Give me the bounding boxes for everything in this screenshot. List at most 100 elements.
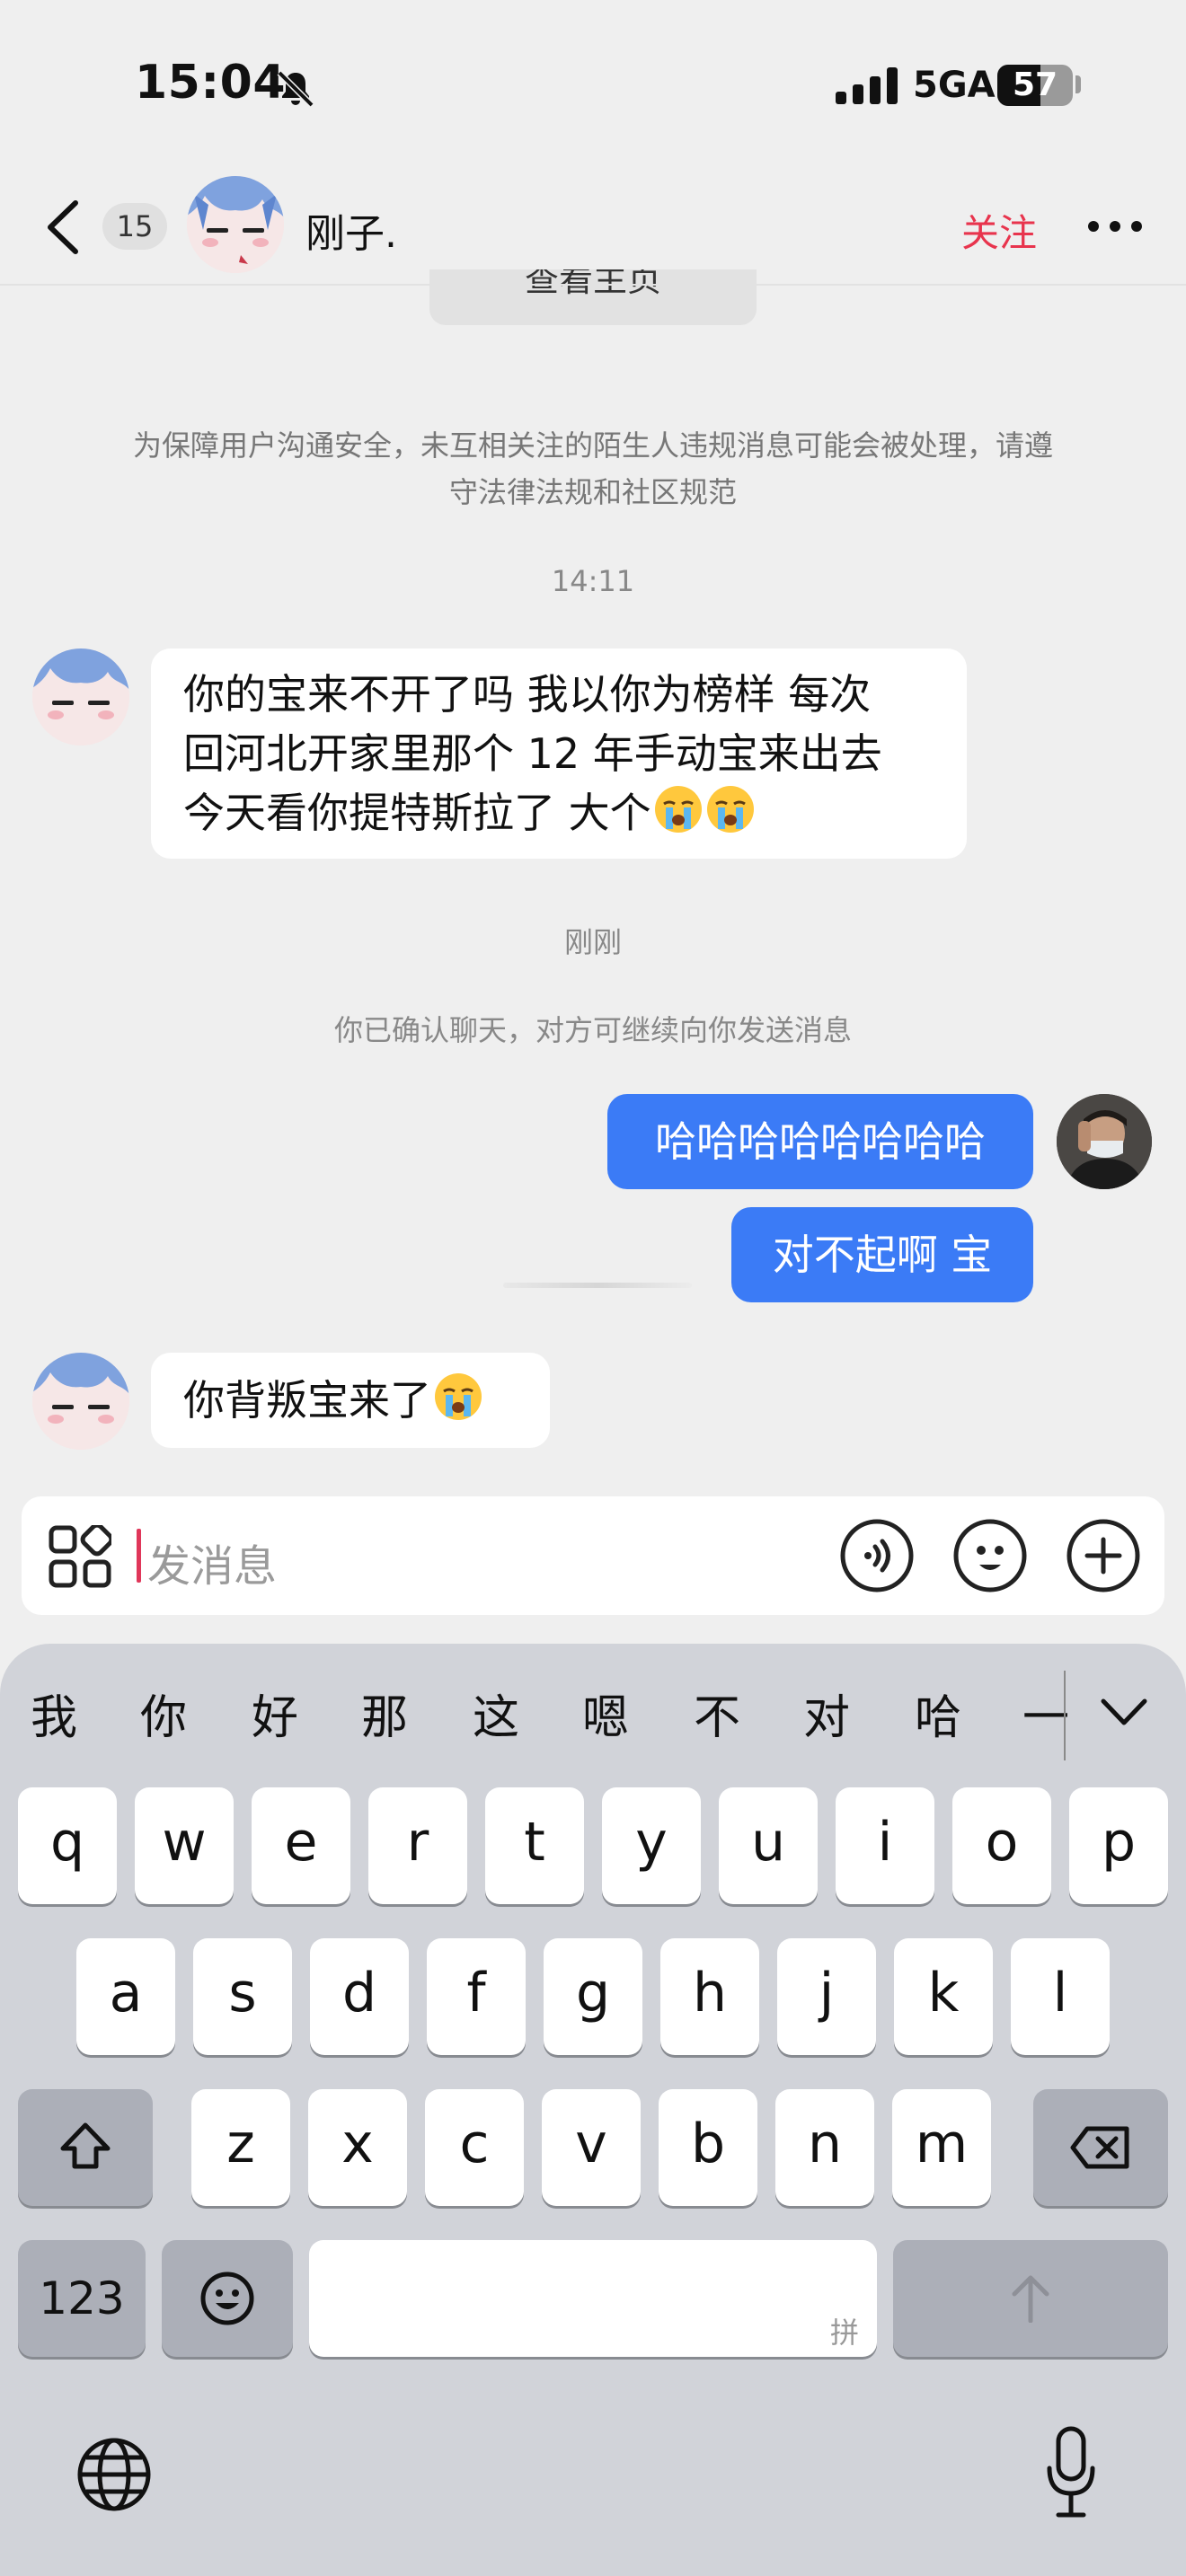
message-text: 对不起啊 宝 — [772, 1231, 993, 1279]
key-i[interactable]: i — [836, 1787, 934, 1904]
backspace-key[interactable] — [1033, 2089, 1168, 2206]
contact-avatar[interactable] — [32, 648, 129, 745]
space-key[interactable]: 拼 — [309, 2240, 877, 2357]
candidate-word[interactable]: 好 — [252, 1680, 298, 1747]
key-label: y — [635, 1811, 668, 1874]
apps-grid-icon[interactable] — [49, 1525, 111, 1588]
shift-key[interactable] — [18, 2089, 153, 2206]
text-caret — [137, 1529, 141, 1583]
candidate-word[interactable]: 不 — [694, 1680, 740, 1747]
key-label: j — [819, 1962, 835, 2025]
loudly-crying-emoji-icon — [706, 786, 754, 833]
globe-icon[interactable] — [75, 2436, 153, 2513]
loudly-crying-emoji-icon — [435, 1373, 482, 1420]
my-message-bubble[interactable]: 对不起啊 宝 — [731, 1207, 1033, 1302]
numbers-key[interactable]: 123 — [18, 2240, 146, 2357]
key-label: p — [1101, 1811, 1137, 1874]
message-line-with-emoji: 今天看你提特斯拉了 大个 — [183, 783, 934, 842]
key-label: o — [985, 1811, 1019, 1874]
candidate-word[interactable]: 对 — [803, 1680, 850, 1747]
contact-name[interactable]: 刚子. — [305, 201, 397, 259]
pinyin-hint: 拼 — [829, 2316, 859, 2350]
key-s[interactable]: s — [193, 1938, 292, 2055]
loudly-crying-emoji-icon — [654, 786, 702, 833]
more-options-icon[interactable] — [1087, 214, 1143, 239]
key-label: x — [341, 2113, 374, 2175]
key-h[interactable]: h — [660, 1938, 759, 2055]
battery-icon: 57 — [997, 65, 1073, 106]
network-type: 5GA — [913, 65, 996, 106]
unread-count-badge[interactable]: 15 — [102, 203, 167, 250]
my-message-bubble[interactable]: 哈哈哈哈哈哈哈哈 — [607, 1094, 1033, 1189]
key-b[interactable]: b — [659, 2089, 757, 2206]
key-label: d — [341, 1962, 377, 2025]
key-label: s — [228, 1962, 257, 2025]
key-m[interactable]: m — [892, 2089, 991, 2206]
user-photo-icon — [1057, 1094, 1152, 1189]
key-u[interactable]: u — [719, 1787, 818, 1904]
candidate-word[interactable]: 你 — [140, 1680, 187, 1747]
contact-avatar[interactable] — [187, 176, 284, 273]
chevron-down-icon[interactable] — [1100, 1696, 1148, 1728]
key-r[interactable]: r — [368, 1787, 467, 1904]
my-avatar[interactable] — [1057, 1094, 1152, 1189]
follow-button[interactable]: 关注 — [961, 203, 1037, 258]
candidate-word[interactable]: 嗯 — [582, 1680, 629, 1747]
key-label: t — [524, 1811, 545, 1874]
cellular-signal-icon — [836, 67, 898, 104]
key-q[interactable]: q — [18, 1787, 117, 1904]
timestamp: 刚刚 — [563, 925, 622, 959]
key-w[interactable]: w — [135, 1787, 234, 1904]
emoji-icon[interactable] — [952, 1518, 1028, 1593]
status-time: 15:04 — [135, 56, 287, 110]
key-v[interactable]: v — [542, 2089, 641, 2206]
key-d[interactable]: d — [310, 1938, 409, 2055]
microphone-icon[interactable] — [1046, 2425, 1096, 2519]
voice-input-icon[interactable] — [839, 1518, 915, 1593]
key-label: w — [162, 1811, 207, 1874]
anime-avatar-icon — [32, 1353, 129, 1450]
send-key[interactable] — [893, 2240, 1168, 2357]
key-a[interactable]: a — [76, 1938, 175, 2055]
key-label: m — [915, 2113, 969, 2175]
view-profile-button[interactable]: 查看主页 — [429, 269, 757, 325]
smiley-icon — [200, 2272, 254, 2325]
key-t[interactable]: t — [485, 1787, 584, 1904]
key-f[interactable]: f — [427, 1938, 526, 2055]
candidate-word[interactable]: 那 — [361, 1680, 408, 1747]
key-label: k — [927, 1962, 960, 2025]
key-c[interactable]: c — [425, 2089, 524, 2206]
key-label: g — [575, 1962, 611, 2025]
key-label: i — [877, 1811, 893, 1874]
key-o[interactable]: o — [952, 1787, 1051, 1904]
key-e[interactable]: e — [252, 1787, 350, 1904]
key-z[interactable]: z — [191, 2089, 290, 2206]
key-label: v — [575, 2113, 607, 2175]
numbers-key-label: 123 — [39, 2272, 125, 2325]
candidate-word[interactable]: 这 — [473, 1680, 519, 1747]
message-bubble[interactable]: 你的宝来不开了吗 我以你为榜样 每次 回河北开家里那个 12 年手动宝来出去 今… — [151, 648, 967, 859]
message-input[interactable]: 发消息 — [147, 1531, 277, 1593]
key-n[interactable]: n — [775, 2089, 874, 2206]
emoji-key[interactable] — [162, 2240, 293, 2357]
shift-icon — [60, 2122, 111, 2169]
key-label: c — [459, 2113, 490, 2175]
key-l[interactable]: l — [1011, 1938, 1110, 2055]
back-chevron-icon[interactable] — [45, 199, 81, 255]
key-g[interactable]: g — [544, 1938, 642, 2055]
message-bubble[interactable]: 你背叛宝来了 — [151, 1353, 550, 1448]
key-p[interactable]: p — [1069, 1787, 1168, 1904]
key-y[interactable]: y — [602, 1787, 701, 1904]
candidate-word[interactable]: 一 — [1022, 1680, 1069, 1747]
candidate-word[interactable]: 哈 — [915, 1680, 961, 1747]
key-j[interactable]: j — [777, 1938, 876, 2055]
header-divider — [0, 284, 1186, 286]
candidate-word[interactable]: 我 — [31, 1680, 77, 1747]
message-text: 你背叛宝来了 — [183, 1376, 431, 1425]
key-k[interactable]: k — [894, 1938, 993, 2055]
key-label: z — [226, 2113, 255, 2175]
key-x[interactable]: x — [308, 2089, 407, 2206]
add-attachment-icon[interactable] — [1066, 1518, 1141, 1593]
message-line: 回河北开家里那个 12 年手动宝来出去 — [183, 729, 882, 778]
contact-avatar[interactable] — [32, 1353, 129, 1450]
